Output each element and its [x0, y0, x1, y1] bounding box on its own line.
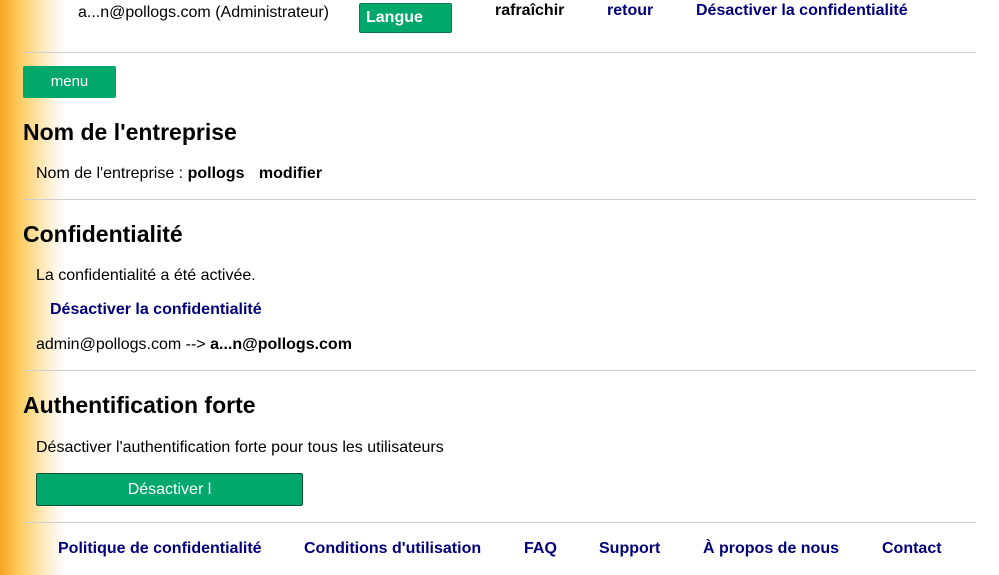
- privacy-mapping-to: a...n@pollogs.com: [210, 336, 352, 353]
- privacy-section-title: Confidentialité: [23, 221, 183, 247]
- language-button[interactable]: Langue: [359, 3, 452, 33]
- privacy-mapping-from: admin@pollogs.com -->: [36, 336, 206, 353]
- refresh-link[interactable]: rafraîchir: [495, 2, 564, 20]
- auth-description: Désactiver l'authentification forte pour…: [36, 439, 444, 456]
- privacy-mapping-row: admin@pollogs.com --> a...n@pollogs.com: [36, 336, 352, 354]
- footer-privacy-policy-link[interactable]: Politique de confidentialité: [58, 540, 262, 558]
- footer-about-link[interactable]: À propos de nous: [703, 540, 839, 558]
- back-link[interactable]: retour: [607, 2, 653, 20]
- divider: [23, 522, 976, 523]
- footer-faq-link[interactable]: FAQ: [524, 540, 557, 558]
- footer-support-link[interactable]: Support: [599, 540, 660, 558]
- disable-privacy-header-link[interactable]: Désactiver la confidentialité: [696, 2, 908, 20]
- menu-button[interactable]: menu: [23, 66, 116, 98]
- divider: [23, 370, 976, 371]
- company-section-title: Nom de l'entreprise: [23, 119, 237, 145]
- current-user-label: a...n@pollogs.com (Administrateur): [78, 4, 329, 21]
- divider: [23, 52, 976, 53]
- divider: [23, 199, 976, 200]
- company-name-row: Nom de l'entreprise : pollogs modifier: [36, 165, 322, 183]
- auth-section-title: Authentification forte: [23, 392, 256, 418]
- disable-strong-auth-button[interactable]: Désactiver l: [36, 473, 303, 506]
- company-name-value: pollogs: [187, 165, 245, 182]
- footer-terms-link[interactable]: Conditions d'utilisation: [304, 540, 481, 558]
- modify-company-name-link[interactable]: modifier: [259, 165, 322, 182]
- disable-privacy-link[interactable]: Désactiver la confidentialité: [50, 301, 262, 319]
- company-name-label: Nom de l'entreprise :: [36, 165, 184, 182]
- footer-contact-link[interactable]: Contact: [882, 540, 942, 558]
- top-bar: a...n@pollogs.com (Administrateur) Langu…: [0, 0, 999, 40]
- privacy-status-text: La confidentialité a été activée.: [36, 267, 256, 284]
